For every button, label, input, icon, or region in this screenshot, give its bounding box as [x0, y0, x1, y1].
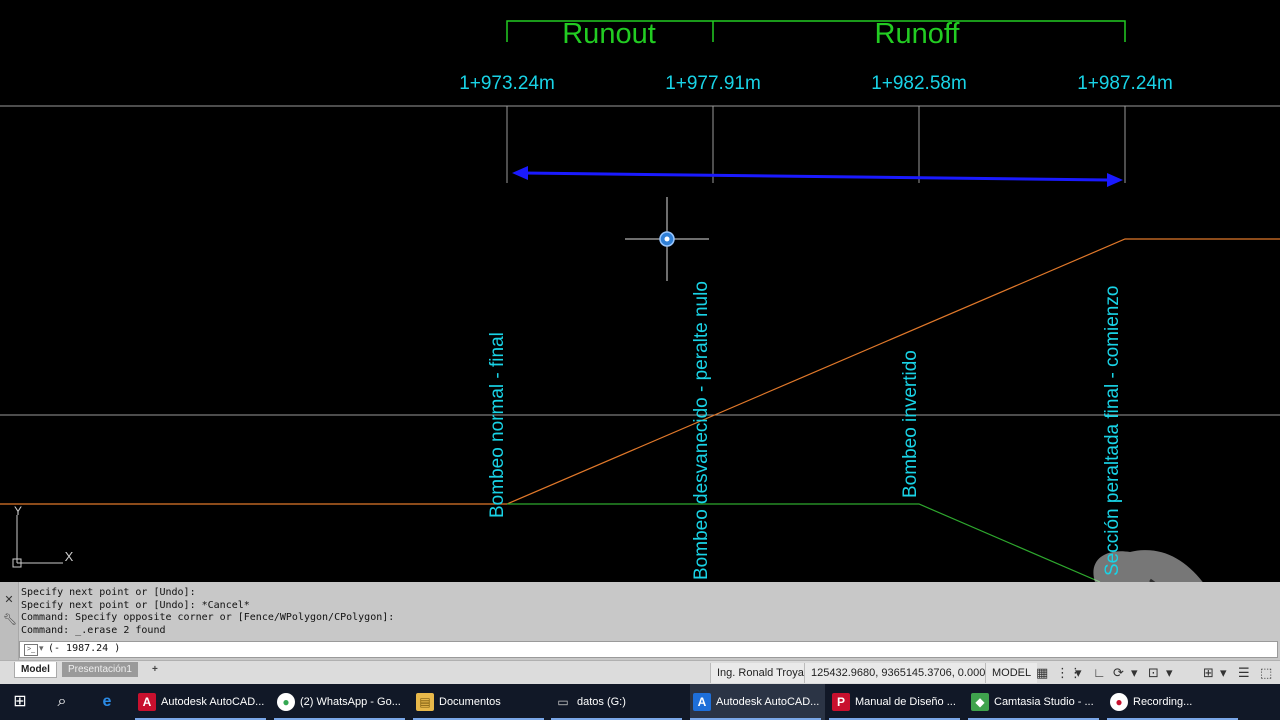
command-input-box[interactable]: >_ ▾ — [19, 641, 1278, 658]
tab-model[interactable]: Model — [14, 662, 57, 678]
runoff-label: Runoff — [874, 18, 960, 50]
workspace-icon[interactable]: ⊞ — [1203, 665, 1214, 681]
status-user: Ing. Ronald Troya — [710, 663, 810, 683]
tab-presentacion1[interactable]: Presentación1 — [62, 662, 138, 677]
chevron-down-icon[interactable]: ▾ — [1075, 665, 1082, 681]
chevron-down-icon[interactable]: ▾ — [1131, 665, 1138, 681]
folder-icon: ▤ — [416, 693, 434, 711]
taskbar-app-whatsapp[interactable]: ● (2) WhatsApp - Go... — [274, 684, 409, 720]
taskbar-app-label: Autodesk AutoCAD... — [716, 696, 820, 708]
taskbar-app-recording[interactable]: ● Recording... — [1107, 684, 1242, 720]
wrench-icon[interactable]: 🔧︎ — [3, 614, 17, 626]
status-bar: Model Presentación1 + Ing. Ronald Troya … — [0, 660, 1280, 685]
edge-icon[interactable]: e — [96, 692, 118, 712]
ucs-x-label: X — [65, 549, 74, 564]
command-line-panel: ✕ 🔧︎ Specify next point or [Undo]: Speci… — [0, 582, 1280, 660]
osnap-icon[interactable]: ⊡ — [1148, 665, 1159, 681]
taskbar-app-datos[interactable]: ▭ datos (G:) — [551, 684, 686, 720]
profile-green — [507, 503, 1101, 582]
model-space-button[interactable]: MODEL — [985, 663, 1038, 683]
autocad-icon: A — [138, 693, 156, 711]
pdf-icon: P — [832, 693, 850, 711]
chevron-down-icon[interactable]: ▾ — [1166, 665, 1173, 681]
station-label: 1+973.24m — [459, 73, 555, 94]
station-label: 1+982.58m — [871, 73, 967, 94]
taskbar-app-label: Documentos — [439, 696, 501, 708]
close-icon[interactable]: ✕ — [3, 594, 15, 606]
taskbar-app-documentos[interactable]: ▤ Documentos — [413, 684, 548, 720]
vertical-label-bombeo-desvanecido: Bombeo desvanecido - peralte nulo — [691, 281, 712, 580]
history-line: Specify next point or [Undo]: *Cancel* — [21, 599, 250, 611]
drawing-canvas[interactable]: Y X Runout Runoff 1+973.24m 1+977.91m 1+… — [0, 0, 1280, 582]
drive-icon: ▭ — [557, 695, 569, 709]
taskbar-app-label: Autodesk AutoCAD... — [161, 696, 265, 708]
grid-icon[interactable]: ▦ — [1036, 665, 1048, 681]
profile-orange — [0, 238, 1280, 505]
chevron-down-icon[interactable]: ▾ — [1220, 665, 1227, 681]
recording-icon: ● — [1110, 693, 1128, 711]
station-label: 1+987.24m — [1077, 73, 1173, 94]
add-layout-button[interactable]: + — [146, 662, 164, 677]
vertical-label-bombeo-normal: Bombeo normal - final — [487, 332, 508, 518]
command-line-gutter: ✕ 🔧︎ — [0, 582, 19, 660]
history-line: Command: _.erase 2 found — [21, 625, 166, 637]
crosshair-cursor — [625, 197, 709, 281]
taskbar-app-label: Camtasia Studio - ... — [994, 696, 1094, 708]
taskbar-app-autocad-1[interactable]: A Autodesk AutoCAD... — [135, 684, 270, 720]
polar-icon[interactable]: ⟳ — [1113, 665, 1124, 681]
ucs-icon: Y X — [12, 504, 74, 568]
command-history: Specify next point or [Undo]: Specify ne… — [21, 587, 394, 638]
status-coordinates[interactable]: 125432.9680, 9365145.3706, 0.0000 — [804, 663, 998, 683]
taskbar-app-label: Recording... — [1133, 696, 1193, 708]
command-input[interactable] — [48, 643, 448, 654]
camtasia-icon: ◆ — [971, 693, 989, 711]
history-line: Specify next point or [Undo]: — [21, 587, 196, 598]
chevron-down-icon[interactable]: ▾ — [39, 643, 44, 654]
taskbar-app-camtasia[interactable]: ◆ Camtasia Studio - ... — [968, 684, 1103, 720]
chrome-icon: ● — [277, 693, 295, 711]
search-icon[interactable]: ⌕ — [51, 692, 73, 712]
station-label: 1+977.91m — [665, 73, 761, 94]
taskbar-app-label: Manual de Diseño ... — [855, 696, 956, 708]
customize-icon[interactable]: ☰ — [1238, 665, 1250, 681]
taskbar-app-label: (2) WhatsApp - Go... — [300, 696, 401, 708]
fullscreen-icon[interactable]: ⬚ — [1260, 665, 1272, 681]
autocad-icon: A — [693, 693, 711, 711]
ucs-y-label: Y — [14, 504, 22, 518]
history-line: Command: Specify opposite corner or [Fen… — [21, 612, 395, 624]
windows-start-icon[interactable]: ⊞ — [9, 692, 31, 712]
taskbar-app-manual[interactable]: P Manual de Diseño ... — [829, 684, 964, 720]
ortho-icon[interactable]: ∟ — [1093, 665, 1106, 681]
vertical-label-bombeo-invertido: Bombeo invertido — [900, 350, 921, 498]
taskbar-app-autocad-2[interactable]: A Autodesk AutoCAD... — [690, 684, 825, 720]
dimension-arrow — [512, 166, 1123, 187]
command-prompt-icon[interactable]: >_ — [24, 644, 38, 656]
taskbar-app-label: datos (G:) — [577, 696, 626, 708]
runout-label: Runout — [562, 18, 656, 50]
vertical-label-seccion-peraltada: Sección peraltada final - comienzo — [1102, 285, 1123, 576]
windows-taskbar: ⊞ ⌕ e A Autodesk AutoCAD... ● (2) WhatsA… — [0, 684, 1280, 720]
